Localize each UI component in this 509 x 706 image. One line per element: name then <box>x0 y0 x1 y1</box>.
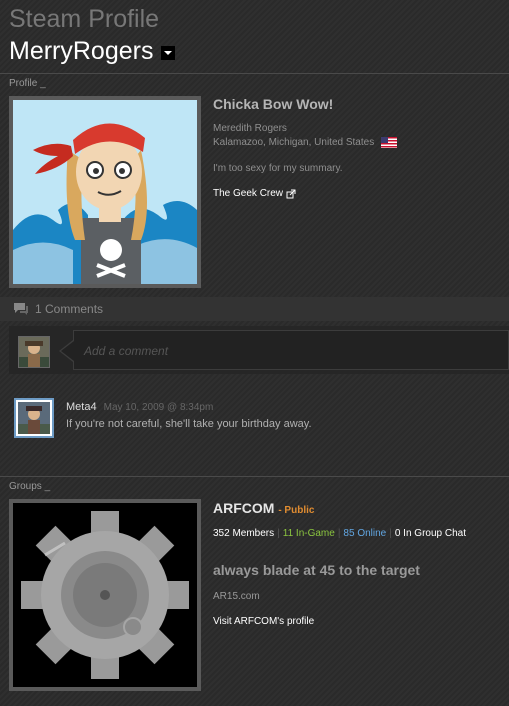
profile-link[interactable]: The Geek Crew <box>213 188 503 199</box>
group-avatar[interactable] <box>9 499 201 691</box>
group-url: AR15.com <box>213 591 260 602</box>
group-members: 352 Members <box>213 528 275 539</box>
comment-avatar[interactable] <box>14 398 54 438</box>
profile-real-name: Meredith Rogers <box>213 123 287 134</box>
profile-info: Chicka Bow Wow! Meredith Rogers Kalamazo… <box>213 96 503 199</box>
self-avatar <box>18 336 50 368</box>
comment-composer: Add a comment <box>9 326 509 374</box>
avatar-image <box>13 100 197 284</box>
divider <box>0 73 509 74</box>
comment-date: May 10, 2009 @ 8:34pm <box>103 402 214 413</box>
group-title: ARFCOM - Public <box>213 500 509 516</box>
speech-bubble-icon <box>14 303 28 315</box>
group-info: ARFCOM - Public 352 Members | 11 In-Game | 8… <box>213 500 509 627</box>
group-stats: 352 Members | 11 In-Game | 85 Online | 0 In Gr… <box>213 528 509 539</box>
avatar-image <box>18 402 50 434</box>
profile-section-label: Profile _ <box>9 78 46 89</box>
separator: | <box>389 528 392 539</box>
external-link-icon <box>286 189 296 198</box>
profile-location: Kalamazoo, Michigan, United States <box>213 137 503 148</box>
groups-section-label: Groups _ <box>9 481 51 492</box>
comments-header: 1 Comments <box>0 297 509 321</box>
gear-icon <box>21 511 189 679</box>
group-online: 85 Online <box>343 528 387 539</box>
page-header: Steam Profile MerryRogers <box>9 4 176 66</box>
app-title: Steam Profile <box>9 5 160 33</box>
chevron-down-icon <box>164 51 173 55</box>
profile-summary: I'm too sexy for my summary. <box>213 163 343 174</box>
comment-text: If you're not careful, she'll take your … <box>66 418 312 430</box>
location-text: Kalamazoo, Michigan, United States <box>213 137 375 148</box>
comment-input[interactable]: Add a comment <box>73 330 509 370</box>
user-row: MerryRogers <box>9 36 176 66</box>
profile-link-text[interactable]: The Geek Crew <box>213 188 283 199</box>
group-in-chat: 0 In Group Chat <box>394 528 466 539</box>
comment-author[interactable]: Meta4 <box>66 401 97 413</box>
separator: | <box>337 528 341 539</box>
us-flag-icon <box>381 137 398 148</box>
divider <box>0 476 509 477</box>
comments-count: 1 Comments <box>35 302 104 316</box>
separator: | <box>277 528 280 539</box>
input-pointer-inner <box>61 341 74 361</box>
user-dropdown-button[interactable] <box>161 46 176 60</box>
username: MerryRogers <box>9 37 154 65</box>
visit-group-link[interactable]: Visit ARFCOM's profile <box>213 616 509 627</box>
group-headline: always blade at 45 to the target <box>213 562 420 578</box>
comment-header: Meta4 May 10, 2009 @ 8:34pm <box>66 401 213 413</box>
avatar-image <box>19 337 49 367</box>
group-name[interactable]: ARFCOM <box>213 500 274 516</box>
profile-display-name: Chicka Bow Wow! <box>213 96 334 112</box>
group-visibility: - Public <box>278 505 315 516</box>
group-image <box>13 503 197 687</box>
profile-avatar <box>9 96 201 288</box>
group-in-game: 11 In-Game <box>282 528 335 539</box>
